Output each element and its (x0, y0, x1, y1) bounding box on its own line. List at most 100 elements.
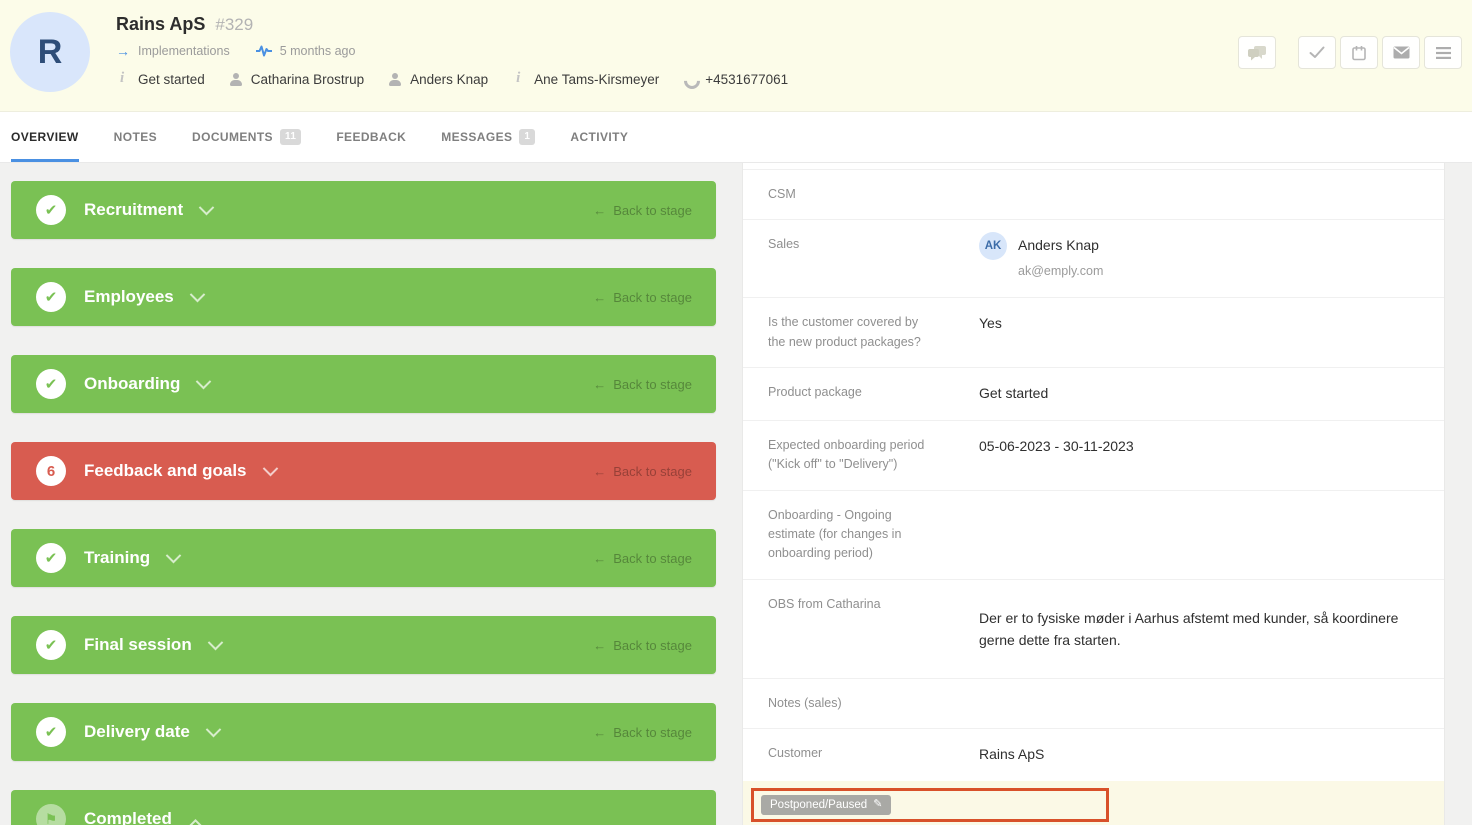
contact-label: Get started (138, 72, 205, 87)
contact-item[interactable]: +4531677061 (683, 72, 788, 87)
field-value-text: Der er to fysiske møder i Aarhus afstemt… (979, 595, 1429, 652)
back-to-stage-label: Back to stage (613, 203, 692, 218)
field-value-text: Yes (979, 313, 1002, 335)
contact-item[interactable]: Get started (116, 72, 205, 87)
tab[interactable]: ACTIVITY (570, 112, 628, 162)
detail-row: Is the customer covered by the new produ… (743, 297, 1444, 367)
back-arrow-icon: ← (593, 551, 606, 566)
tab[interactable]: FEEDBACK (336, 112, 406, 162)
stage-title: Onboarding (84, 374, 180, 394)
comments-button[interactable] (1238, 36, 1276, 69)
back-to-stage-button[interactable]: ← Back to stage (593, 203, 692, 218)
main-content: ✔ Recruitment ← Back to stage ✔ Employee… (0, 163, 1472, 825)
field-label: Expected onboarding period ("Kick off" t… (743, 436, 926, 475)
breadcrumb[interactable]: Implementations (138, 44, 230, 58)
detail-row: OBS from Catharina Der er to fysiske mød… (743, 579, 1444, 678)
field-label: Is the customer covered by the new produ… (743, 313, 926, 352)
tab[interactable]: DOCUMENTS 11 (192, 112, 301, 162)
status-badge[interactable]: Postponed/Paused ✎ (761, 795, 891, 815)
back-arrow-icon: ← (593, 725, 606, 740)
chevron-icon[interactable] (199, 199, 215, 215)
stage-status-icon: ⚑ (36, 804, 66, 825)
detail-row: Expected onboarding period ("Kick off" t… (743, 420, 1444, 490)
tab[interactable]: OVERVIEW (11, 112, 79, 162)
stage-card[interactable]: ✔ Final session ← Back to stage (11, 616, 716, 674)
detail-row: Sales AK Anders Knap ak@emply.com (743, 219, 1444, 297)
chevron-icon[interactable] (207, 634, 223, 650)
avatar: R (10, 12, 90, 92)
tab[interactable]: NOTES (114, 112, 157, 162)
calendar-icon (1351, 45, 1367, 61)
contact-type-icon (116, 73, 130, 87)
back-arrow-icon: ← (593, 464, 606, 479)
last-activity: 5 months ago (280, 44, 356, 58)
chevron-icon[interactable] (196, 373, 212, 389)
back-to-stage-button[interactable]: ← Back to stage (593, 464, 692, 479)
field-value: Der er to fysiske møder i Aarhus afstemt… (979, 595, 1429, 663)
field-value-text: Rains ApS (979, 744, 1044, 766)
stage-card[interactable]: ✔ Training ← Back to stage (11, 529, 716, 587)
contact-type-icon (683, 73, 697, 87)
contact-item[interactable]: Ane Tams-Kirsmeyer (512, 72, 659, 87)
stage-card[interactable]: ✔ Delivery date ← Back to stage (11, 703, 716, 761)
stage-title: Employees (84, 287, 174, 307)
stage-status-icon: ✔ (36, 630, 66, 660)
chevron-icon[interactable] (206, 721, 222, 737)
field-label: Customer (743, 744, 926, 766)
detail-row: CSM (743, 169, 1444, 219)
back-to-stage-button[interactable]: ← Back to stage (593, 551, 692, 566)
field-label: OBS from Catharina (743, 595, 926, 663)
stage-card[interactable]: ✔ Recruitment ← Back to stage (11, 181, 716, 239)
details-rows: CSM Sales AK Anders Knap ak@emply.com Is… (743, 169, 1444, 781)
back-arrow-icon: ← (593, 377, 606, 392)
field-value-text: 05-06-2023 - 30-11-2023 (979, 436, 1134, 458)
stage-card[interactable]: ⚑ Completed (11, 790, 716, 825)
complete-task-button[interactable] (1298, 36, 1336, 69)
tab-label: ACTIVITY (570, 130, 628, 144)
field-label: Notes (sales) (743, 694, 926, 713)
back-to-stage-button[interactable]: ← Back to stage (593, 638, 692, 653)
envelope-icon (1393, 46, 1410, 59)
field-value-sub: ak@emply.com (1018, 264, 1103, 278)
field-value: Rains ApS (979, 744, 1044, 766)
tab-label: FEEDBACK (336, 130, 406, 144)
arrow-right-icon: → (116, 44, 130, 58)
stage-card[interactable]: 6 Feedback and goals ← Back to stage (11, 442, 716, 500)
back-to-stage-button[interactable]: ← Back to stage (593, 725, 692, 740)
tab-count-badge: 1 (519, 129, 535, 145)
tab[interactable]: MESSAGES 1 (441, 112, 535, 162)
avatar: AK (979, 232, 1007, 260)
contact-type-icon (388, 73, 402, 87)
field-value: 05-06-2023 - 30-11-2023 (979, 436, 1134, 475)
stage-status-icon: ✔ (36, 543, 66, 573)
stage-card[interactable]: ✔ Employees ← Back to stage (11, 268, 716, 326)
email-button[interactable] (1382, 36, 1420, 69)
contact-item[interactable]: Anders Knap (388, 72, 488, 87)
back-to-stage-label: Back to stage (613, 551, 692, 566)
header-actions (1238, 36, 1462, 69)
chevron-icon[interactable] (188, 818, 204, 825)
field-label: Onboarding - Ongoing estimate (for chang… (743, 506, 926, 564)
back-to-stage-button[interactable]: ← Back to stage (593, 377, 692, 392)
checkmark-icon (1309, 46, 1325, 59)
edit-pencil-icon: ✎ (873, 799, 882, 810)
contact-item[interactable]: Catharina Brostrup (229, 72, 364, 87)
detail-row: Product package Get started (743, 367, 1444, 420)
hamburger-menu-icon (1436, 47, 1451, 59)
back-to-stage-button[interactable]: ← Back to stage (593, 290, 692, 305)
back-to-stage-label: Back to stage (613, 725, 692, 740)
chevron-icon[interactable] (166, 547, 182, 563)
detail-row: Customer Rains ApS (743, 728, 1444, 781)
field-value-text: Get started (979, 383, 1048, 405)
planner-button[interactable] (1340, 36, 1378, 69)
stage-card[interactable]: ✔ Onboarding ← Back to stage (11, 355, 716, 413)
stage-title: Feedback and goals (84, 461, 247, 481)
back-to-stage-label: Back to stage (613, 638, 692, 653)
stage-status-icon: ✔ (36, 282, 66, 312)
stage-status-icon: 6 (36, 456, 66, 486)
chevron-icon[interactable] (262, 460, 278, 476)
stage-status-icon: ✔ (36, 369, 66, 399)
back-to-stage-label: Back to stage (613, 290, 692, 305)
chevron-icon[interactable] (189, 286, 205, 302)
more-menu-button[interactable] (1424, 36, 1462, 69)
